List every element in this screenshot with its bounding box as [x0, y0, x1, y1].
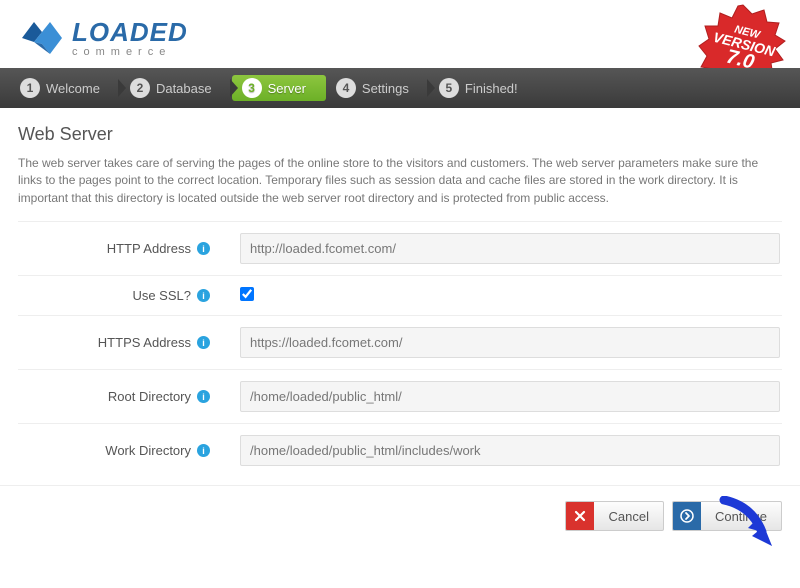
- info-icon[interactable]: i: [197, 242, 210, 255]
- info-icon[interactable]: i: [197, 444, 210, 457]
- https-address-input[interactable]: [240, 327, 780, 358]
- label-https-address: HTTPS Address i: [18, 335, 218, 350]
- label-use-ssl: Use SSL? i: [18, 288, 218, 303]
- close-icon: [566, 502, 594, 530]
- logo: LOADED commerce: [20, 18, 780, 58]
- use-ssl-checkbox[interactable]: [240, 287, 254, 301]
- step-label: Settings: [362, 81, 409, 96]
- cancel-button[interactable]: Cancel: [565, 501, 663, 531]
- step-label: Finished!: [465, 81, 518, 96]
- label-http-address: HTTP Address i: [18, 241, 218, 256]
- step-settings[interactable]: 4 Settings: [326, 75, 429, 101]
- step-welcome[interactable]: 1 Welcome: [10, 75, 120, 101]
- page-description: The web server takes care of serving the…: [18, 155, 782, 207]
- wizard-steps: 1 Welcome 2 Database 3 Server 4 Settings…: [0, 68, 800, 108]
- step-database[interactable]: 2 Database: [120, 75, 232, 101]
- info-icon[interactable]: i: [197, 336, 210, 349]
- http-address-input[interactable]: [240, 233, 780, 264]
- logo-text-sub: commerce: [72, 47, 188, 58]
- label-work-directory: Work Directory i: [18, 443, 218, 458]
- continue-button[interactable]: Continue: [672, 501, 782, 531]
- step-label: Server: [268, 81, 306, 96]
- step-finished[interactable]: 5 Finished!: [429, 75, 538, 101]
- page-title: Web Server: [18, 124, 782, 145]
- step-server[interactable]: 3 Server: [232, 75, 326, 101]
- step-label: Database: [156, 81, 212, 96]
- logo-mark-icon: [20, 18, 64, 58]
- work-directory-input[interactable]: [240, 435, 780, 466]
- info-icon[interactable]: i: [197, 289, 210, 302]
- step-label: Welcome: [46, 81, 100, 96]
- root-directory-input[interactable]: [240, 381, 780, 412]
- arrow-right-circle-icon: [673, 502, 701, 530]
- info-icon[interactable]: i: [197, 390, 210, 403]
- label-root-directory: Root Directory i: [18, 389, 218, 404]
- logo-text-main: LOADED: [72, 19, 188, 45]
